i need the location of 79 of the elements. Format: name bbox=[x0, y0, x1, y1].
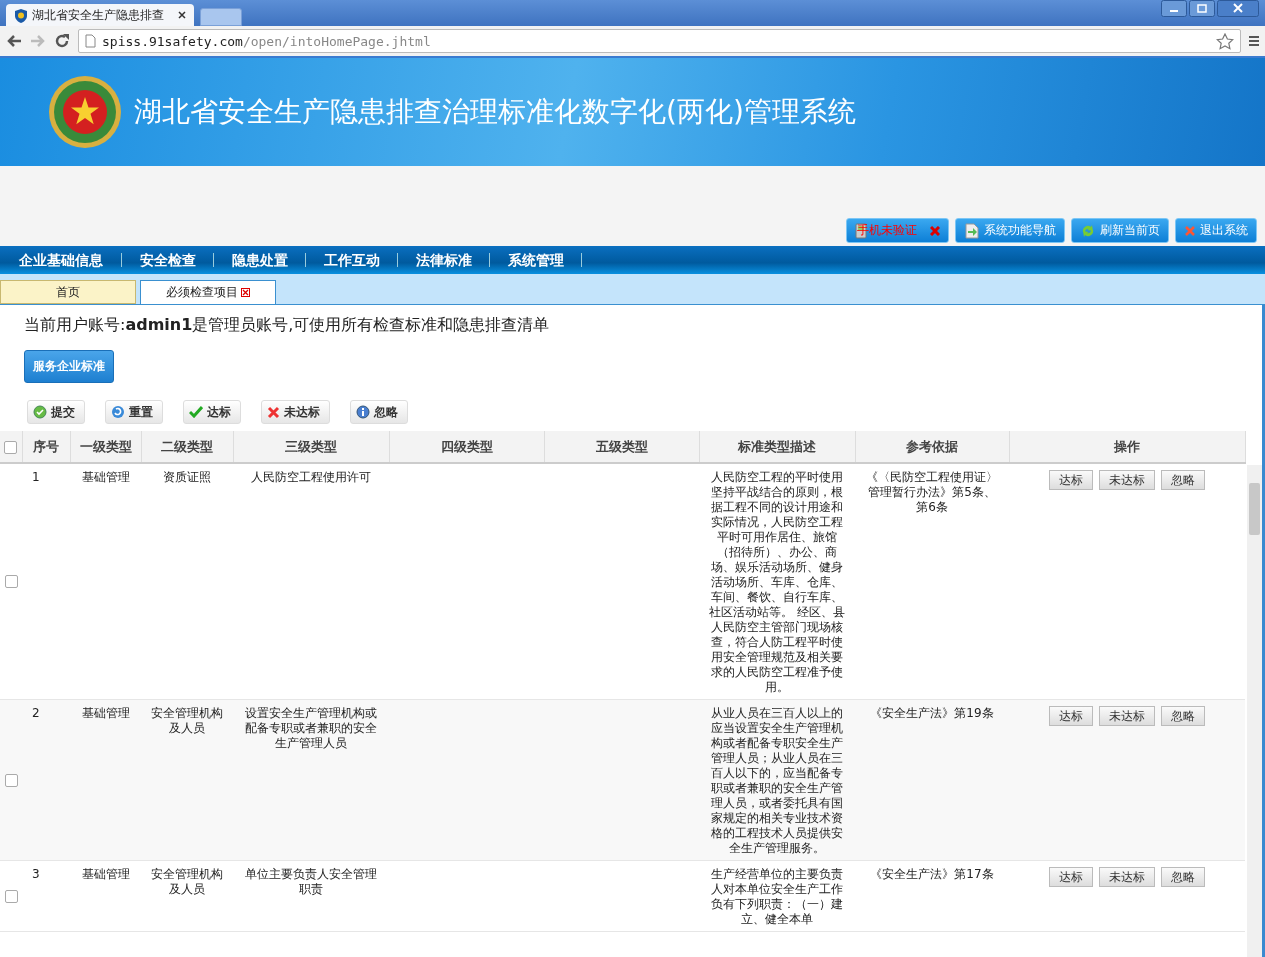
table-cell: 资质证照 bbox=[163, 470, 211, 484]
browser-tab[interactable]: 湖北省安全生产隐患排查 bbox=[6, 4, 194, 26]
minimize-icon[interactable] bbox=[1161, 0, 1187, 17]
column-header: 二级类型 bbox=[141, 431, 233, 463]
toolbar-button[interactable]: 未达标 bbox=[261, 400, 330, 424]
page-tab[interactable]: 首页 bbox=[0, 280, 136, 304]
close-icon[interactable] bbox=[178, 11, 186, 19]
maximize-icon[interactable] bbox=[1189, 0, 1215, 17]
column-header: 标准类型描述 bbox=[699, 431, 855, 463]
table-cell: 基础管理 bbox=[81, 470, 130, 484]
row-checkbox[interactable] bbox=[4, 575, 18, 588]
table-cell: 《安全生产法》第19条 bbox=[870, 706, 994, 720]
back-icon[interactable] bbox=[6, 34, 22, 48]
column-header: 一级类型 bbox=[70, 431, 141, 463]
address-field[interactable]: spiss.91safety.com/open/intoHomePage.jhtml bbox=[78, 29, 1241, 53]
row-action-button[interactable]: 未达标 bbox=[1099, 706, 1155, 726]
close-icon[interactable] bbox=[241, 288, 250, 297]
scrollbar[interactable] bbox=[1247, 465, 1262, 957]
toolbar-button[interactable]: 忽略 bbox=[350, 400, 408, 424]
emblem-icon bbox=[48, 75, 122, 149]
table-cell: 基础管理 bbox=[81, 867, 130, 881]
table-cell: 2 bbox=[32, 706, 40, 720]
system-title: 湖北省安全生产隐患排查治理标准化数字化(两化)管理系统 bbox=[134, 94, 856, 130]
notice-text: 当前用户账号:admin1是管理员账号,可使用所有检查标准和隐患排查清单 bbox=[23, 314, 551, 336]
page-arrow-icon bbox=[964, 222, 980, 239]
column-header: 四级类型 bbox=[389, 431, 544, 463]
star-icon[interactable] bbox=[1216, 32, 1234, 50]
nav-item[interactable]: 法律标准 bbox=[398, 253, 490, 267]
toolbar-button[interactable]: 提交 bbox=[27, 400, 85, 424]
toolbar-button[interactable]: 达标 bbox=[183, 400, 241, 424]
row-action-button[interactable]: 达标 bbox=[1049, 867, 1093, 887]
table-cell: 从业人员在三百人以上的应当设置安全生产管理机构或者配备专职安全生产管理人员；从业人员在三百人以下的，应当配备专职或者兼职的安全生产管理人员，或者委托具有国家规定的相关专业技术资格的工程技术人员提供安全生产管理服务。 bbox=[711, 706, 843, 855]
table-cell: 单位主要负责人安全管理职责 bbox=[245, 867, 377, 896]
table-cell: 人民防空工程的平时使用坚持平战结合的原则，根据工程不同的设计用途和实际情况，人民防空工程平时可用作居住、旅馆（招待所）、办公、商场、娱乐活动场所、健身活动场所、车库、仓库、车间、餐饮、自行车库、社区活动站等。 经区、县人民防空主管部门现场核查，符合人防工程平时使用安全管理规范及相关要求的人民防空工程准予使用。 bbox=[709, 470, 845, 694]
select-all-checkbox[interactable] bbox=[4, 441, 18, 454]
scrollbar-thumb[interactable] bbox=[1249, 483, 1260, 535]
table-cell: 3 bbox=[32, 867, 40, 881]
row-action-button[interactable]: 忽略 bbox=[1161, 867, 1205, 887]
nav-item[interactable]: 企业基础信息 bbox=[0, 253, 122, 267]
check-circle-icon bbox=[33, 405, 47, 419]
row-action-button[interactable]: 达标 bbox=[1049, 706, 1093, 726]
row-action-button[interactable]: 达标 bbox=[1049, 470, 1093, 490]
table-cell: 生产经营单位的主要负责人对本单位安全生产工作负有下列职责：（一）建立、健全本单 bbox=[711, 867, 843, 926]
info-icon bbox=[356, 405, 370, 419]
row-action-button[interactable]: 忽略 bbox=[1161, 470, 1205, 490]
column-header: 参考依据 bbox=[855, 431, 1009, 463]
column-header: 三级类型 bbox=[233, 431, 389, 463]
table-cell: 人民防空工程使用许可 bbox=[251, 470, 371, 484]
table-cell: 《安全生产法》第17条 bbox=[870, 867, 994, 881]
row-checkbox[interactable] bbox=[4, 773, 18, 787]
page-icon bbox=[85, 34, 96, 48]
reload-icon[interactable] bbox=[54, 33, 70, 49]
close-icon[interactable] bbox=[1217, 0, 1259, 17]
close-icon bbox=[1184, 224, 1196, 237]
shield-icon bbox=[14, 7, 28, 23]
row-action-button[interactable]: 忽略 bbox=[1161, 706, 1205, 726]
toolbar-button[interactable]: 重置 bbox=[105, 400, 163, 424]
row-action-button[interactable]: 未达标 bbox=[1099, 867, 1155, 887]
nav-item[interactable]: 安全检查 bbox=[122, 253, 214, 267]
reset-icon bbox=[111, 405, 125, 419]
table-cell: 1 bbox=[32, 470, 40, 484]
column-header: 操作 bbox=[1009, 431, 1245, 463]
row-checkbox[interactable] bbox=[4, 889, 18, 903]
nav-item[interactable]: 工作互动 bbox=[306, 253, 398, 267]
cross-icon bbox=[267, 405, 280, 419]
menu-icon[interactable] bbox=[1249, 34, 1259, 48]
table-cell: 《〈民防空工程使用证〉管理暂行办法》第5条、第6条 bbox=[866, 470, 998, 514]
column-header: 序号 bbox=[22, 431, 70, 463]
nav-item[interactable]: 系统管理 bbox=[490, 253, 582, 267]
table-cell: 基础管理 bbox=[81, 706, 130, 720]
page-tab[interactable]: 必须检查项目 bbox=[140, 280, 276, 304]
nav-item[interactable]: 隐患处置 bbox=[214, 253, 306, 267]
table-cell: 设置安全生产管理机构或配备专职或者兼职的安全生产管理人员 bbox=[245, 706, 377, 750]
close-icon bbox=[930, 225, 940, 236]
column-header: 五级类型 bbox=[544, 431, 699, 463]
table-cell: 安全管理机构及人员 bbox=[151, 867, 223, 896]
row-action-button[interactable]: 未达标 bbox=[1099, 470, 1155, 490]
table-cell: 安全管理机构及人员 bbox=[151, 706, 223, 735]
checkmark-icon bbox=[189, 406, 203, 418]
